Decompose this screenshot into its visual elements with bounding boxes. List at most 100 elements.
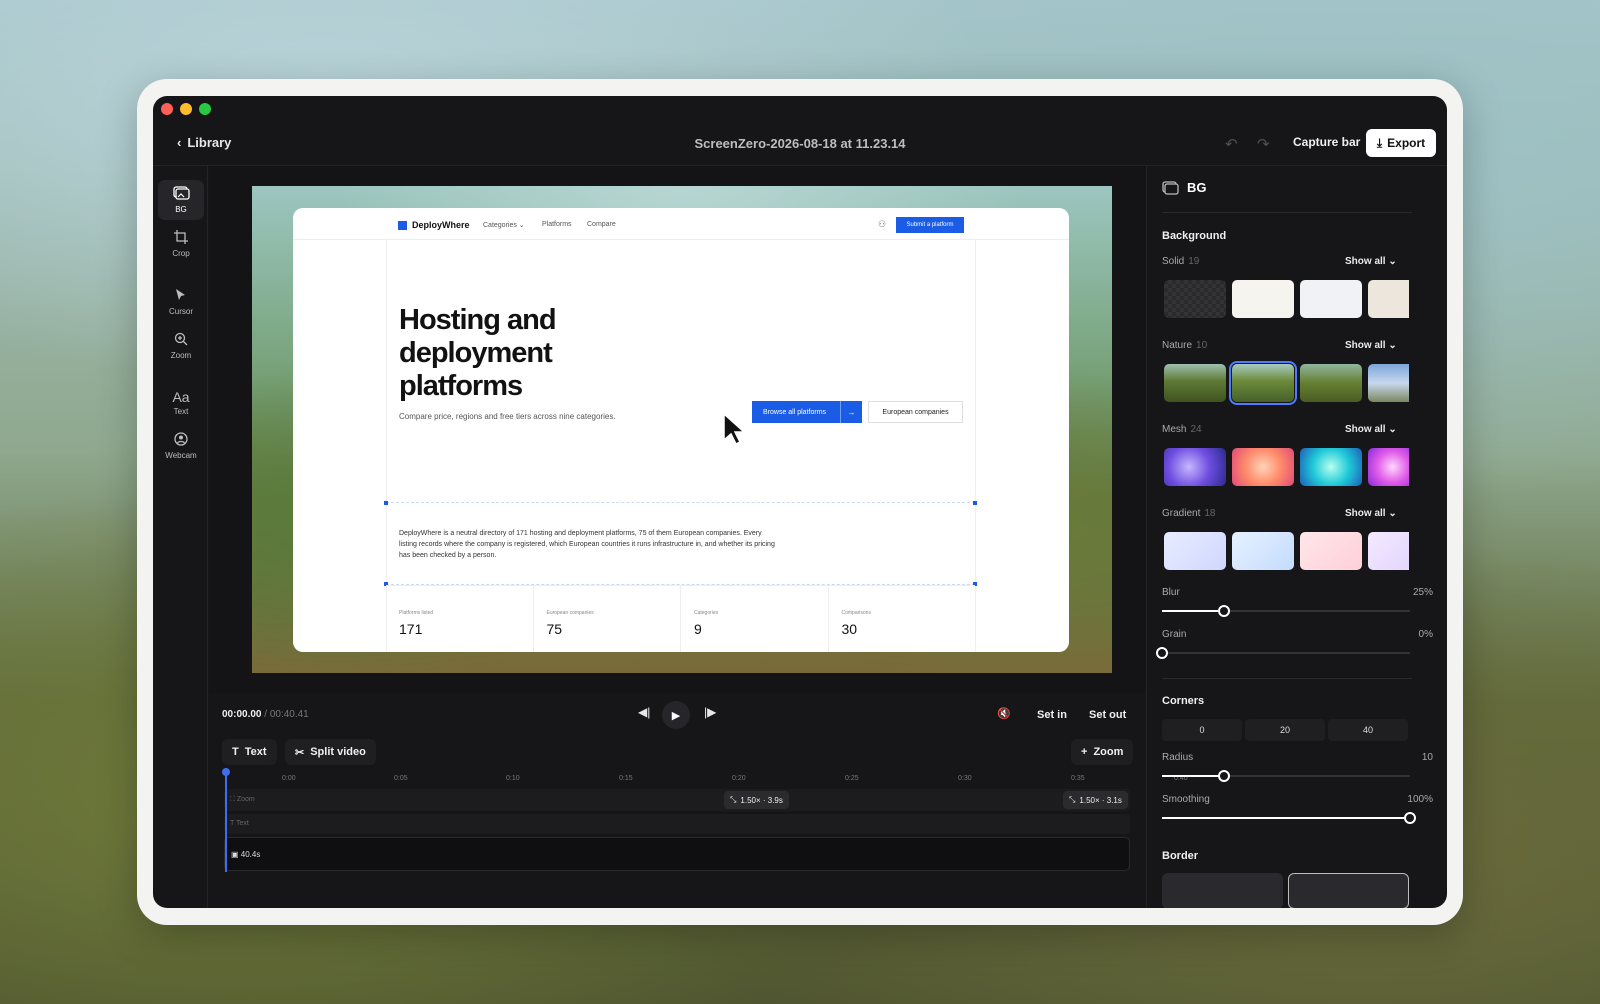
zoom-segment-icon: ⤡ xyxy=(1069,795,1076,804)
redo-icon[interactable]: ↷ xyxy=(1257,135,1270,153)
playback-bar: 00:00.00 / 00:40.41 ◀| ▶ |▶ 🔇 Set in Set… xyxy=(209,693,1146,739)
slider-fill xyxy=(1162,610,1224,612)
site-european-button: European companies xyxy=(868,401,963,423)
image-icon xyxy=(172,186,190,203)
tool-bg[interactable]: BG xyxy=(158,180,204,220)
gradient-swatch[interactable] xyxy=(1300,532,1362,570)
zoom-icon xyxy=(174,332,188,349)
grain-slider[interactable] xyxy=(1156,647,1410,659)
radius-slider[interactable] xyxy=(1162,770,1410,782)
gradient-swatch[interactable] xyxy=(1232,532,1294,570)
plus-icon: + xyxy=(1081,746,1088,758)
background-heading: Background xyxy=(1162,230,1227,242)
corners-heading: Corners xyxy=(1162,695,1205,707)
tool-zoom[interactable]: Zoom xyxy=(158,326,204,366)
corner-preset-0[interactable]: 0 xyxy=(1162,719,1242,741)
ruler-tick: 0:15 xyxy=(619,775,633,782)
solid-swatch-transparent[interactable] xyxy=(1164,280,1226,318)
border-option-selected[interactable] xyxy=(1288,873,1409,908)
slider-knob[interactable] xyxy=(1218,605,1230,617)
slider-knob[interactable] xyxy=(1218,770,1230,782)
solid-swatch[interactable] xyxy=(1300,280,1362,318)
video-track-label: ▣ 40.4s xyxy=(231,850,261,859)
border-option[interactable] xyxy=(1162,873,1283,908)
image-icon xyxy=(1162,180,1179,195)
nature-swatch-selected[interactable] xyxy=(1229,361,1297,405)
tool-rail: BG Crop Cursor Zoom Aa Text Webcam xyxy=(153,166,208,908)
mesh-swatch[interactable] xyxy=(1232,448,1294,486)
nature-swatch[interactable] xyxy=(1368,364,1409,402)
corner-preset-40[interactable]: 40 xyxy=(1328,719,1408,741)
text-icon: Aa xyxy=(172,388,190,405)
video-track[interactable]: ▣ 40.4s xyxy=(224,837,1130,871)
nature-show-all[interactable]: Show all ⌄ xyxy=(1345,340,1397,351)
solid-group-label: Solid 19 xyxy=(1162,256,1200,267)
set-out-button[interactable]: Set out xyxy=(1089,709,1126,721)
mesh-swatch[interactable] xyxy=(1368,448,1409,486)
zoom-segment[interactable]: ⤡ 1.50× · 3.9s xyxy=(724,791,789,809)
blur-label: Blur xyxy=(1162,587,1180,598)
step-back-icon[interactable]: ◀| xyxy=(638,705,650,719)
traffic-lights xyxy=(161,103,211,115)
document-title: ScreenZero-2026-08-18 at 11.23.14 xyxy=(694,136,906,151)
gradient-show-all[interactable]: Show all ⌄ xyxy=(1345,508,1397,519)
add-text-button[interactable]: T Text xyxy=(222,739,277,765)
mesh-swatch[interactable] xyxy=(1300,448,1362,486)
mute-icon[interactable]: 🔇 xyxy=(997,707,1011,720)
solid-show-all[interactable]: Show all ⌄ xyxy=(1345,256,1397,267)
brand-logo-icon xyxy=(398,221,407,230)
gradient-swatch[interactable] xyxy=(1368,532,1409,570)
selection-handle xyxy=(973,501,977,505)
zoom-window-button[interactable] xyxy=(199,103,211,115)
text-track[interactable]: T Text xyxy=(224,814,1130,834)
zoom-segment[interactable]: ⤡ 1.50× · 3.1s xyxy=(1063,791,1128,809)
play-button[interactable]: ▶ xyxy=(662,701,690,729)
minimize-window-button[interactable] xyxy=(180,103,192,115)
set-in-button[interactable]: Set in xyxy=(1037,709,1067,721)
tool-cursor[interactable]: Cursor xyxy=(158,282,204,322)
text-track-label: T Text xyxy=(230,820,249,827)
step-forward-icon[interactable]: |▶ xyxy=(704,705,716,719)
ruler-tick: 0:00 xyxy=(282,775,296,782)
blur-slider[interactable] xyxy=(1162,605,1410,617)
zoom-segment-icon: ⤡ xyxy=(730,795,737,804)
mesh-swatch[interactable] xyxy=(1164,448,1226,486)
smoothing-slider[interactable] xyxy=(1162,812,1416,824)
tool-text[interactable]: Aa Text xyxy=(158,382,204,422)
nature-swatch[interactable] xyxy=(1164,364,1226,402)
undo-icon[interactable]: ↶ xyxy=(1225,135,1238,153)
playhead[interactable] xyxy=(222,768,230,872)
webcam-icon xyxy=(174,432,188,449)
corner-preset-20[interactable]: 20 xyxy=(1245,719,1325,741)
close-window-button[interactable] xyxy=(161,103,173,115)
nature-swatch[interactable] xyxy=(1300,364,1362,402)
export-button[interactable]: ⤓ Export xyxy=(1366,129,1436,157)
add-zoom-button[interactable]: + Zoom xyxy=(1071,739,1134,765)
stat-categories: Categories 9 xyxy=(681,586,829,652)
solid-swatch[interactable] xyxy=(1232,280,1294,318)
radius-label: Radius xyxy=(1162,752,1194,763)
tool-webcam[interactable]: Webcam xyxy=(158,426,204,466)
capture-bar-button[interactable]: Capture bar xyxy=(1293,135,1360,149)
gradient-swatch[interactable] xyxy=(1164,532,1226,570)
tool-crop[interactable]: Crop xyxy=(158,224,204,264)
preview-stage[interactable]: DeployWhere Categories ⌄ Platforms Compa… xyxy=(252,186,1112,673)
site-stats: Platforms listed 171 European companies 75… xyxy=(386,585,975,652)
site-submit-button: Submit a platform xyxy=(896,217,964,233)
grain-value: 0% xyxy=(1418,629,1433,640)
slider-fill xyxy=(1162,817,1410,819)
canvas-area: DeployWhere Categories ⌄ Platforms Compa… xyxy=(209,166,1146,693)
radius-value: 10 xyxy=(1421,752,1433,763)
recorded-website: DeployWhere Categories ⌄ Platforms Compa… xyxy=(293,208,1069,652)
slider-knob[interactable] xyxy=(1404,812,1416,824)
ruler-tick: 0:10 xyxy=(506,775,520,782)
site-nav: DeployWhere Categories ⌄ Platforms Compa… xyxy=(293,208,1069,240)
download-icon: ⤓ xyxy=(1376,135,1383,150)
mesh-show-all[interactable]: Show all ⌄ xyxy=(1345,424,1397,435)
solid-swatch[interactable] xyxy=(1368,280,1409,318)
slider-knob[interactable] xyxy=(1156,647,1168,659)
smoothing-label: Smoothing xyxy=(1162,794,1210,805)
split-video-button[interactable]: ✂ Split video xyxy=(285,739,376,765)
site-divider xyxy=(975,240,976,652)
zoom-track[interactable]: ⛶ Zoom ⤡ 1.50× · 3.9s ⤡ 1.50× · 3.1s xyxy=(224,789,1130,811)
